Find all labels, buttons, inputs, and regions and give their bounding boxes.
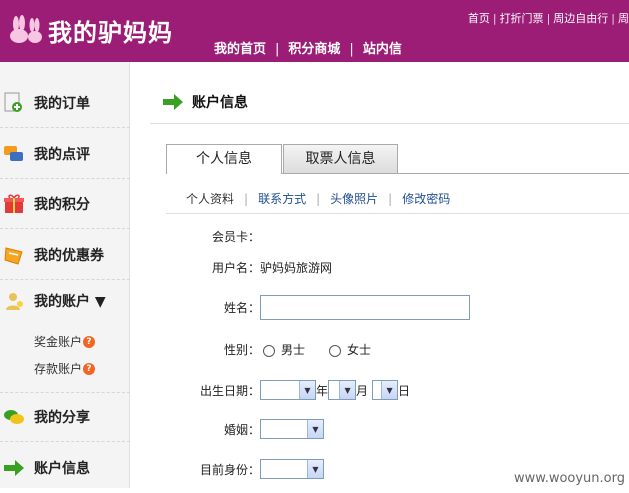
divider (166, 213, 629, 214)
birth-year-select[interactable]: ▼ (260, 380, 316, 400)
name-label: 姓名： (190, 299, 260, 316)
chevron-down-icon: ▼ (299, 381, 315, 399)
tab-personal-info[interactable]: 个人信息 (166, 144, 282, 174)
sidebar-item-share[interactable]: 我的分享 (0, 392, 130, 442)
member-card-row: 会员卡： (190, 228, 260, 245)
sub-item-deposit-account[interactable]: 存款账户? (34, 360, 95, 377)
top-link-more[interactable]: 周 (618, 12, 629, 25)
tab-ticket-holder-info[interactable]: 取票人信息 (283, 144, 398, 173)
rabbit-logo-icon (6, 15, 44, 45)
sidebar-item-label: 账户信息 (34, 458, 90, 478)
name-row: 姓名： (190, 295, 470, 320)
green-arrow-icon (162, 94, 184, 110)
top-link-discount-tickets[interactable]: 打折门票 (500, 12, 544, 25)
marriage-row: 婚姻： ▼ (190, 419, 324, 439)
sub-item-label: 奖金账户 (34, 333, 82, 350)
divider (150, 123, 629, 124)
sidebar-item-reviews[interactable]: 我的点评 (0, 129, 130, 179)
section-header: 账户信息 (162, 92, 248, 112)
marriage-label: 婚姻： (190, 421, 260, 438)
member-card-label: 会员卡： (190, 228, 260, 245)
sub-item-bonus-account[interactable]: 奖金账户? (34, 333, 95, 350)
chevron-down-icon: ▼ (339, 381, 355, 399)
birth-month-select[interactable]: ▼ (328, 380, 356, 400)
watermark: www.wooyun.org (514, 471, 625, 486)
sidebar-item-label: 我的账户 ▼ (34, 291, 106, 311)
birthday-label: 出生日期： (190, 382, 260, 399)
sidebar-item-label: 我的优惠券 (34, 245, 104, 265)
marriage-select[interactable]: ▼ (260, 419, 324, 439)
identity-select[interactable]: ▼ (260, 459, 324, 479)
sidebar-item-points[interactable]: 我的积分 (0, 179, 130, 229)
section-title: 账户信息 (192, 92, 248, 112)
site-title: 我的驴妈妈 (48, 13, 173, 48)
sidebar-item-account-info[interactable]: 账户信息 (0, 443, 130, 493)
sidebar-item-label: 我的点评 (34, 144, 90, 164)
sidebar-item-label: 我的订单 (34, 93, 90, 113)
subtab-contact[interactable]: 联系方式 (258, 192, 306, 206)
top-link-home[interactable]: 首页 (468, 12, 490, 25)
help-icon[interactable]: ? (83, 336, 95, 348)
gender-row: 性别： 男士 女士 (190, 341, 371, 358)
main-content: 账户信息 个人信息 取票人信息 个人资料|联系方式|头像照片|修改密码 会员卡：… (150, 62, 629, 488)
sidebar-item-account[interactable]: 我的账户 ▼ (0, 280, 130, 322)
chevron-down-icon: ▼ (381, 381, 397, 399)
radio-button[interactable] (329, 345, 341, 357)
subtab-avatar[interactable]: 头像照片 (330, 192, 378, 206)
nav-messages[interactable]: 站内信 (363, 42, 402, 57)
help-icon[interactable]: ? (83, 363, 95, 375)
radio-button[interactable] (263, 345, 275, 357)
gender-option-female[interactable]: 女士 (329, 341, 371, 358)
gender-option-label: 女士 (347, 343, 371, 357)
username-label: 用户名： (190, 259, 260, 276)
identity-label: 目前身份： (190, 461, 260, 478)
top-links: 首页|打折门票|周边自由行|周 (468, 10, 629, 26)
subtab-bar: 个人资料|联系方式|头像照片|修改密码 (186, 190, 450, 207)
birthday-row: 出生日期： ▼ 年 ▼ 月 ▼ 日 (190, 380, 410, 400)
comment-bubbles-icon (2, 142, 26, 166)
top-link-free-travel[interactable]: 周边自由行 (553, 12, 608, 25)
green-arrow-icon (2, 456, 26, 480)
account-person-icon (2, 289, 26, 313)
top-banner: 我的驴妈妈 首页|打折门票|周边自由行|周 我的首页|积分商城|站内信 (0, 0, 629, 62)
identity-row: 目前身份： ▼ (190, 459, 324, 479)
coupon-icon (2, 243, 26, 267)
main-nav: 我的首页|积分商城|站内信 (214, 38, 402, 57)
username-value: 驴妈妈旅游网 (260, 259, 332, 276)
day-unit: 日 (398, 382, 410, 399)
site-logo[interactable]: 我的驴妈妈 (6, 12, 173, 48)
gender-label: 性别： (190, 341, 260, 358)
nav-points-mall[interactable]: 积分商城 (288, 42, 340, 57)
nav-my-home[interactable]: 我的首页 (214, 42, 266, 57)
sidebar-item-coupons[interactable]: 我的优惠券 (0, 230, 130, 280)
gender-option-label: 男士 (281, 343, 305, 357)
order-plus-icon (2, 91, 26, 115)
year-unit: 年 (316, 382, 328, 399)
share-bubbles-icon (2, 405, 26, 429)
chevron-down-icon: ▼ (307, 460, 323, 478)
birth-day-select[interactable]: ▼ (372, 380, 398, 400)
subtab-profile[interactable]: 个人资料 (186, 192, 234, 206)
subtab-change-password[interactable]: 修改密码 (402, 192, 450, 206)
sidebar: 我的订单 我的点评 我的积分 我的优惠券 我的账户 ▼ 奖金账户? 存款账户? … (0, 62, 130, 488)
name-input[interactable] (260, 295, 470, 320)
gender-option-male[interactable]: 男士 (263, 341, 305, 358)
sub-item-label: 存款账户 (34, 360, 82, 377)
sidebar-item-label: 我的积分 (34, 194, 90, 214)
sidebar-item-orders[interactable]: 我的订单 (0, 78, 130, 128)
gift-icon (2, 192, 26, 216)
chevron-down-icon: ▼ (307, 420, 323, 438)
month-unit: 月 (356, 382, 368, 399)
sidebar-item-label: 我的分享 (34, 407, 90, 427)
username-row: 用户名： 驴妈妈旅游网 (190, 259, 332, 276)
